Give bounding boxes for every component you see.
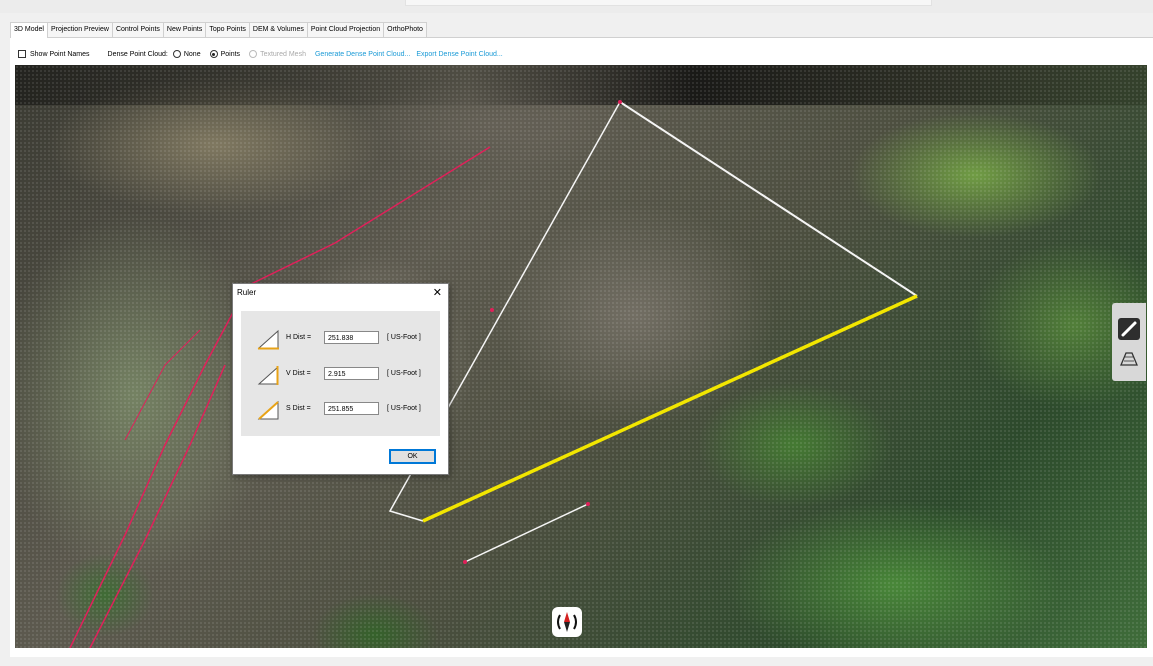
h-dist-value[interactable]: 251.838 [324,331,379,344]
v-dist-unit: [ US-Foot ] [387,370,421,377]
measurement-overlay [69,100,918,648]
3d-viewport[interactable] [15,65,1147,648]
dialog-title: Ruler [237,288,257,297]
window-search-box[interactable] [405,0,932,6]
horizontal-distance-icon [257,329,279,350]
tab-point-cloud-projection[interactable]: Point Cloud Projection [306,22,385,37]
s-dist-value[interactable]: 251.855 [324,402,379,415]
measure-tool-button[interactable] [1118,318,1140,340]
tab-projection-preview[interactable]: Projection Preview [46,22,113,37]
vertical-distance-icon [257,365,279,385]
radio-textured-mesh-label: Textured Mesh [260,50,306,58]
road-edge-line-1 [244,146,491,288]
generate-dense-point-cloud-link[interactable]: Generate Dense Point Cloud... [315,51,410,58]
s-dist-unit: [ US-Foot ] [387,405,421,412]
s-dist-row: S Dist = 251.855 [ US-Foot ] [257,399,442,421]
volume-surface-icon [1120,352,1138,366]
tab-orthophoto[interactable]: OrthoPhoto [383,22,427,37]
radio-points[interactable] [209,50,218,58]
site-boundary-line [619,101,918,297]
volume-tool-button[interactable] [1118,348,1140,370]
ruler-dialog: Ruler ✕ H Dist = 251.838 [ US-Foot ] V D… [232,283,449,475]
road-edge-line-4 [124,329,201,441]
h-dist-label: H Dist = [286,334,312,341]
ruler-readout-group: H Dist = 251.838 [ US-Foot ] V Dist = 2.… [241,311,440,436]
tab-3d-model[interactable]: 3D Model [10,22,48,38]
h-dist-unit: [ US-Foot ] [387,334,421,341]
tab-bar: 3D Model Projection Preview Control Poin… [10,22,427,38]
radio-textured-mesh[interactable] [249,50,258,58]
show-point-names-checkbox[interactable] [18,50,26,58]
measure-line [422,294,918,523]
tab-new-points[interactable]: New Points [162,22,207,37]
s-dist-label: S Dist = [286,405,311,412]
dialog-close-button[interactable]: ✕ [433,286,442,299]
export-dense-point-cloud-link[interactable]: Export Dense Point Cloud... [416,51,502,58]
v-dist-row: V Dist = 2.915 [ US-Foot ] [257,364,442,386]
show-point-names-label: Show Point Names [30,50,90,58]
compass-icon [557,612,577,632]
radio-none[interactable] [172,50,181,58]
road-edge-line-2 [69,289,246,648]
v-dist-value[interactable]: 2.915 [324,367,379,380]
h-dist-row: H Dist = 251.838 [ US-Foot ] [257,328,442,350]
dense-point-cloud-label: Dense Point Cloud: [107,50,168,58]
tab-dem-volumes[interactable]: DEM & Volumes [248,22,308,37]
vertex-marker [463,560,467,564]
radio-points-label: Points [220,50,241,58]
ok-button[interactable]: OK [389,449,436,464]
vertex-marker [618,100,622,104]
tab-control-points[interactable]: Control Points [111,22,164,37]
radio-none-label: None [183,50,201,58]
road-edge-line-3 [89,364,226,648]
slope-distance-icon [257,400,279,420]
vertex-marker [490,308,494,312]
ruler-measure-icon [1121,321,1137,337]
view-toolbar: Show Point Names Dense Point Cloud: None… [18,48,509,60]
vertex-marker [586,502,590,506]
tab-topo-points[interactable]: Topo Points [205,22,250,37]
site-boundary-bottom [464,503,589,563]
compass-button[interactable] [552,607,582,637]
v-dist-label: V Dist = [286,370,311,377]
title-strip [0,0,1153,13]
measure-tool-panel [1112,303,1146,381]
